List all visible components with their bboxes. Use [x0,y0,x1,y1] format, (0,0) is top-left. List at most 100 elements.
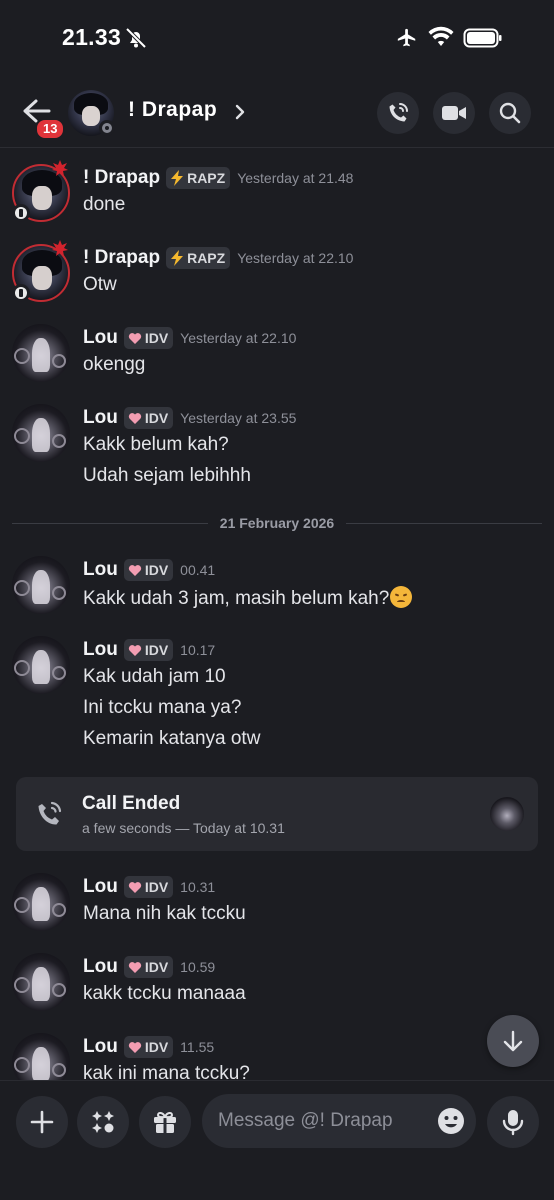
author-name[interactable]: Lou [83,327,118,349]
tag-label: IDV [144,959,169,975]
author-line: ! Drapap RAPZ Yesterday at 21.48 [83,166,353,190]
message-text[interactable]: Udah sejam lebihhh [83,465,251,487]
author-name[interactable]: ! Drapap [83,247,160,269]
status-indicator [12,204,30,222]
message-text[interactable]: Kak udah jam 10 [83,666,226,688]
server-tag[interactable]: IDV [123,407,174,429]
server-tag[interactable]: RAPZ [166,247,231,269]
author-name[interactable]: Lou [83,876,118,898]
chevron-right-icon[interactable] [234,103,246,121]
message-text[interactable]: Kakk belum kah? [83,434,229,456]
burst-icon [52,160,68,176]
tag-label: IDV [144,642,169,658]
voice-message-button[interactable] [487,1096,539,1148]
plus-icon [30,1110,54,1134]
avatar[interactable] [12,873,70,931]
author-line: Lou IDV 10.17 [83,638,215,662]
lightning-icon [171,170,184,186]
date-divider-label: 21 February 2026 [219,515,335,531]
message-text[interactable]: kak ini mana tccku? [83,1063,250,1080]
message-text[interactable]: Kemarin katanya otw [83,728,260,750]
tag-label: IDV [144,1039,169,1055]
timestamp: 10.59 [180,959,216,975]
voice-call-button[interactable] [377,92,419,134]
battery-icon [463,28,502,48]
server-tag[interactable]: IDV [123,639,174,661]
heart-icon [128,645,141,656]
author-name[interactable]: Lou [83,559,118,581]
channel-title[interactable]: ! Drapap [128,98,217,122]
message-text[interactable]: done [83,194,125,216]
message-list[interactable]: ! Drapap RAPZ Yesterday at 21.48 done ! … [0,148,554,1080]
avatar[interactable] [12,636,70,694]
video-call-button[interactable] [433,92,475,134]
burst-icon [52,240,68,256]
server-tag[interactable]: IDV [123,559,174,581]
timestamp: Yesterday at 21.48 [237,170,354,186]
tag-label: IDV [144,330,169,346]
tag-label: IDV [144,562,169,578]
message-text-content: Kakk udah 3 jam, masih belum kah? [83,588,390,609]
date-divider: 21 February 2026 [12,514,542,532]
timestamp: Yesterday at 22.10 [237,250,354,266]
avatar[interactable] [490,797,524,831]
heart-icon [128,565,141,576]
heart-icon [128,413,141,424]
wifi-icon [428,26,454,46]
message-text[interactable]: okengg [83,354,145,376]
avatar[interactable] [12,1033,70,1080]
author-name[interactable]: Lou [83,639,118,661]
call-ended-card[interactable]: Call Ended a few seconds — Today at 10.3… [16,777,538,851]
microphone-icon [502,1110,524,1136]
timestamp: 10.17 [180,642,216,658]
server-tag[interactable]: IDV [123,876,174,898]
timestamp: 10.31 [180,879,216,895]
server-tag[interactable]: IDV [123,1036,174,1058]
phone-call-icon [38,801,62,825]
server-tag[interactable]: IDV [123,327,174,349]
timestamp: 00.41 [180,562,216,578]
message-text[interactable]: kakk tccku manaaa [83,983,246,1005]
status-bar: 21.33 [0,0,554,78]
phone-call-icon [389,103,408,122]
tag-label: IDV [144,879,169,895]
author-line: ! Drapap RAPZ Yesterday at 22.10 [83,246,353,270]
gift-icon [154,1111,176,1133]
apps-button[interactable] [77,1096,129,1148]
avatar[interactable] [12,324,70,382]
message-text[interactable]: Kakk udah 3 jam, masih belum kah? [83,586,413,610]
bell-off-icon [125,27,147,49]
heart-icon [128,1042,141,1053]
timestamp: Yesterday at 23.55 [180,410,297,426]
server-tag[interactable]: RAPZ [166,167,231,189]
message-input[interactable]: Message @! Drapap [202,1094,476,1148]
heart-icon [128,882,141,893]
disappointed-face-icon [390,586,413,608]
video-camera-icon [442,106,466,120]
author-name[interactable]: Lou [83,407,118,429]
author-line: Lou IDV 10.31 [83,875,215,899]
jump-to-latest-button[interactable] [487,1015,539,1067]
airplane-icon [397,28,416,47]
avatar[interactable] [12,404,70,462]
message-text[interactable]: Ini tccku mana ya? [83,697,241,719]
avatar[interactable] [12,953,70,1011]
message-text[interactable]: Mana nih kak tccku [83,903,246,925]
server-tag[interactable]: IDV [123,956,174,978]
search-button[interactable] [489,92,531,134]
avatar[interactable] [12,556,70,614]
timestamp: 11.55 [180,1039,215,1055]
heart-icon [128,962,141,973]
unread-badge: 13 [35,118,66,140]
author-name[interactable]: ! Drapap [83,167,160,189]
tag-label: IDV [144,410,169,426]
call-subtitle: a few seconds — Today at 10.31 [82,820,285,836]
author-name[interactable]: Lou [83,1036,118,1058]
emoji-picker-icon[interactable] [436,1106,466,1136]
author-line: Lou IDV Yesterday at 22.10 [83,326,296,350]
add-attachment-button[interactable] [16,1096,68,1148]
gift-button[interactable] [139,1096,191,1148]
author-name[interactable]: Lou [83,956,118,978]
message-text[interactable]: Otw [83,274,117,296]
timestamp: Yesterday at 22.10 [180,330,297,346]
